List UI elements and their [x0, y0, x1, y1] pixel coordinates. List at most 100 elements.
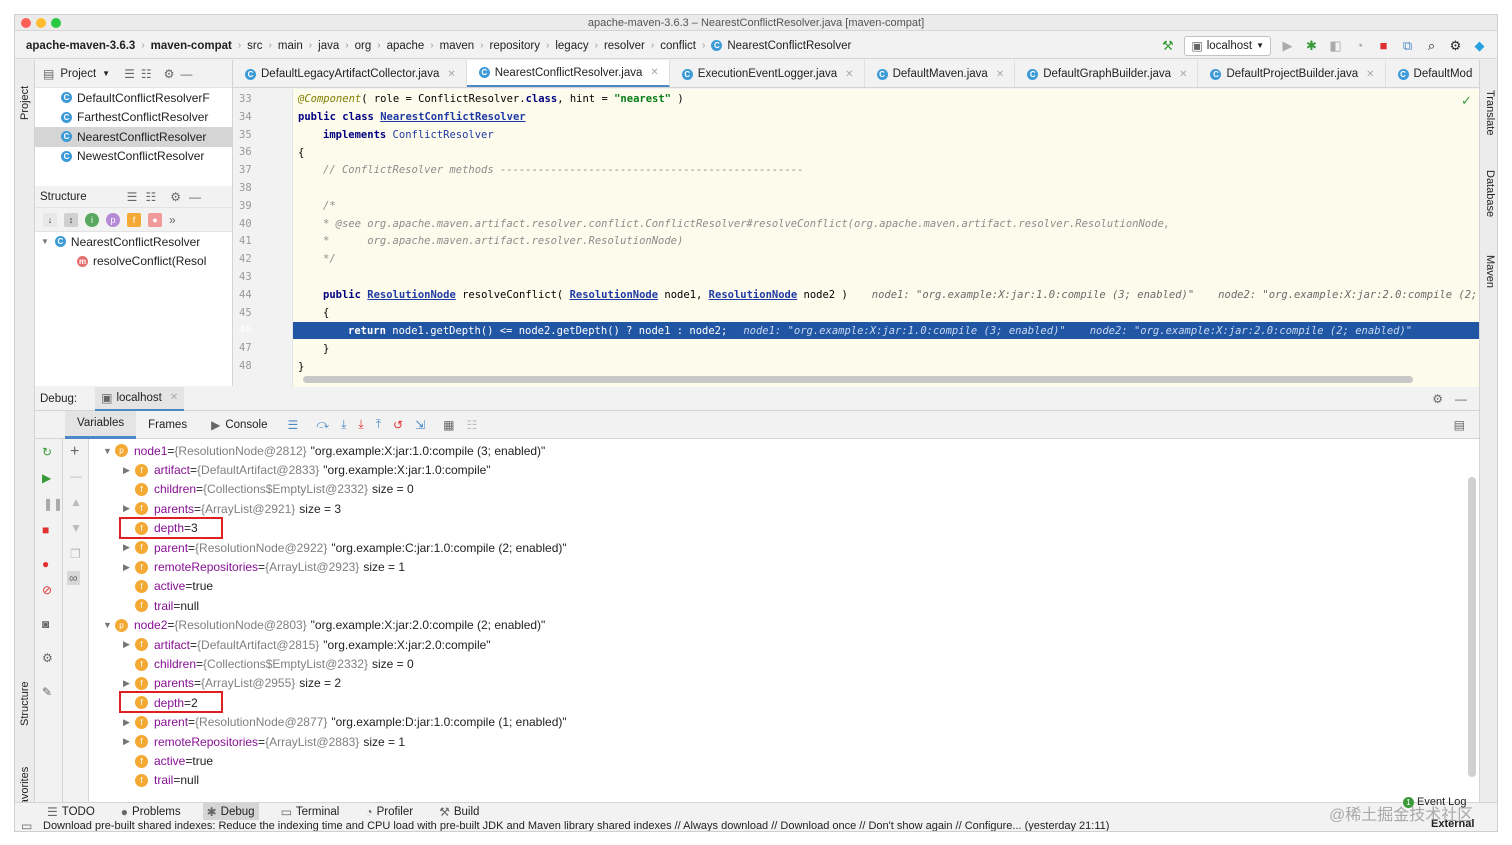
param-type[interactable]: ResolutionNode	[709, 289, 798, 301]
move-down-icon[interactable]: ▼	[70, 521, 82, 535]
expand-all-icon[interactable]: ☰	[124, 67, 135, 81]
pause-icon[interactable]: ❚❚	[43, 497, 63, 511]
view-breakpoints-icon[interactable]: ●	[42, 557, 49, 571]
profile-icon[interactable]: ◔	[1352, 38, 1367, 53]
remove-watch-icon[interactable]: —	[70, 469, 82, 483]
build-hammer-icon[interactable]: ⚒	[1160, 38, 1175, 53]
sort-visibility-icon[interactable]: ↕	[64, 212, 78, 227]
chevron-right-icon[interactable]: ▶	[123, 736, 135, 747]
project-tree-item[interactable]: C DefaultConflictResolverF	[35, 88, 232, 108]
breadcrumb-item[interactable]: main	[278, 40, 303, 52]
project-tool-button[interactable]: Project	[19, 86, 31, 120]
close-icon[interactable]: ✕	[170, 392, 178, 403]
breadcrumb-item[interactable]: legacy	[555, 40, 588, 52]
settings-icon[interactable]: ⚙	[42, 651, 53, 665]
chevron-right-icon[interactable]: ▶	[123, 562, 135, 573]
tab-frames[interactable]: Frames	[136, 411, 199, 439]
code-editor[interactable]: 33 34 35 36 37 38 39 40 41 42 43 44 45 46 47 48 @Compon…	[233, 89, 1479, 387]
project-tree-item[interactable]: C NearestConflictResolver	[35, 127, 232, 147]
pin-icon[interactable]: ✎	[42, 685, 52, 699]
step-out-icon[interactable]: ⤒	[376, 417, 381, 432]
close-icon[interactable]: ✕	[1366, 69, 1374, 80]
chevron-down-icon[interactable]: ▼	[102, 69, 110, 78]
variable-row[interactable]: ▼ p node1 = {ResolutionNode@2812} "org.exam…	[103, 441, 545, 460]
chevron-down-icon[interactable]: ▼	[103, 620, 115, 630]
drop-frame-icon[interactable]: ↺	[393, 418, 403, 432]
database-tool-button[interactable]: Database	[1484, 170, 1496, 217]
rerun-icon[interactable]: ↻	[42, 445, 52, 459]
interface-name[interactable]: ConflictResolver	[393, 129, 494, 141]
gear-icon[interactable]: ⚙	[1432, 392, 1443, 406]
settings-gear-icon[interactable]: ⚙	[1448, 38, 1463, 53]
variable-row[interactable]: ▶ f artifact = {DefaultArtifact@2833} "org.…	[123, 460, 491, 479]
breadcrumb-item[interactable]: maven	[440, 40, 475, 52]
chevron-right-icon[interactable]: ▶	[123, 678, 135, 689]
project-tree-item[interactable]: C NewestConflictResolver	[35, 147, 232, 167]
breadcrumb-item[interactable]: java	[318, 40, 339, 52]
resume-icon[interactable]: ▶	[42, 471, 51, 485]
hide-icon[interactable]: —	[189, 190, 201, 204]
step-into-icon[interactable]: ⤓	[341, 417, 346, 432]
layout-icon[interactable]: ▤	[1454, 418, 1465, 432]
breadcrumb-item[interactable]: maven-compat	[151, 40, 232, 52]
close-icon[interactable]: ✕	[1179, 69, 1187, 80]
search-icon[interactable]: ⌕	[1424, 38, 1439, 53]
tool-window-problems[interactable]: ● Problems	[117, 803, 185, 821]
run-config-select[interactable]: ▣ localhost ▼	[1184, 35, 1271, 56]
more-icon[interactable]: »	[169, 213, 176, 227]
variable-row[interactable]: ▶ f parent = {ResolutionNode@2922} "org.exa…	[123, 538, 567, 557]
breadcrumb-item[interactable]: conflict	[660, 40, 696, 52]
variable-row[interactable]: f children = {Collections$EmptyList@2332}…	[123, 480, 414, 499]
collapse-all-icon[interactable]: ☷	[145, 190, 156, 204]
tab-console[interactable]: ▶ Console	[199, 411, 279, 439]
minimize-window-button[interactable]	[36, 18, 46, 28]
breadcrumb-item[interactable]: org	[355, 40, 372, 52]
menu-icon[interactable]: ☰	[288, 418, 299, 432]
horizontal-scrollbar[interactable]	[303, 376, 1413, 383]
trace-icon[interactable]: ☷	[467, 418, 478, 432]
variable-row[interactable]: ▼ p node2 = {ResolutionNode@2803} "org.exam…	[103, 616, 545, 635]
sort-alpha-icon[interactable]: ↓	[43, 212, 57, 227]
tool-window-profiler[interactable]: ◔ Profiler	[361, 803, 417, 821]
editor-tab[interactable]: C NearestConflictResolver.java ✕	[466, 60, 670, 87]
variable-row[interactable]: f trail = null	[123, 596, 199, 615]
close-icon[interactable]: ✕	[447, 69, 455, 80]
non-public-icon[interactable]: ●	[148, 212, 162, 227]
gear-icon[interactable]: ⚙	[170, 190, 181, 204]
run-icon[interactable]: ▶	[1280, 38, 1295, 53]
variable-row[interactable]: ▶ f artifact = {DefaultArtifact@2815} "org.…	[123, 635, 491, 654]
status-message[interactable]: Download pre-built shared indexes: Reduc…	[43, 820, 1109, 831]
chevron-down-icon[interactable]: ▼	[103, 446, 115, 456]
properties-icon[interactable]: p	[106, 212, 120, 227]
inherited-icon[interactable]: i	[85, 212, 99, 227]
editor-tab[interactable]: C ExecutionEventLogger.java ✕	[670, 60, 865, 87]
breadcrumb-item[interactable]: apache-maven-3.6.3	[26, 40, 135, 52]
chevron-right-icon[interactable]: ▶	[123, 717, 135, 728]
checkmark-icon[interactable]: ✓	[1461, 93, 1472, 109]
move-up-icon[interactable]: ▲	[70, 495, 82, 509]
tab-variables[interactable]: Variables	[65, 410, 137, 439]
chevron-right-icon[interactable]: ▶	[123, 542, 135, 553]
show-watches-icon[interactable]: ∞	[67, 571, 80, 585]
variable-row[interactable]: ▶ f remoteRepositories = {ArrayList@2923} s…	[123, 557, 405, 576]
add-watch-icon[interactable]: +	[70, 443, 79, 461]
breadcrumb-item[interactable]: resolver	[604, 40, 645, 52]
tool-window-terminal[interactable]: ▭ Terminal	[277, 803, 344, 821]
class-name[interactable]: NearestConflictResolver	[380, 111, 525, 123]
chevron-right-icon[interactable]: ▶	[123, 639, 135, 650]
expand-all-icon[interactable]: ☰	[127, 190, 138, 204]
breadcrumb-item[interactable]: src	[247, 40, 262, 52]
tool-window-build[interactable]: ⚒ Build	[435, 803, 483, 821]
variable-row[interactable]: f active = true	[123, 577, 213, 596]
collapse-all-icon[interactable]: ☷	[141, 67, 152, 81]
breadcrumb-item[interactable]: NearestConflictResolver	[727, 40, 851, 52]
editor-tab[interactable]: C DefaultGraphBuilder.java ✕	[1015, 60, 1199, 87]
return-type[interactable]: ResolutionNode	[367, 289, 456, 301]
camera-icon[interactable]: ◙	[42, 617, 49, 631]
chevron-right-icon[interactable]: ▶	[123, 465, 135, 476]
editor-tab[interactable]: C DefaultLegacyArtifactCollector.java ✕	[233, 60, 467, 87]
param-type[interactable]: ResolutionNode	[570, 289, 659, 301]
breadcrumb-item[interactable]: repository	[490, 40, 541, 52]
structure-method[interactable]: m resolveConflict(Resol	[35, 252, 232, 272]
editor-tab[interactable]: C DefaultMaven.java ✕	[865, 60, 1016, 87]
